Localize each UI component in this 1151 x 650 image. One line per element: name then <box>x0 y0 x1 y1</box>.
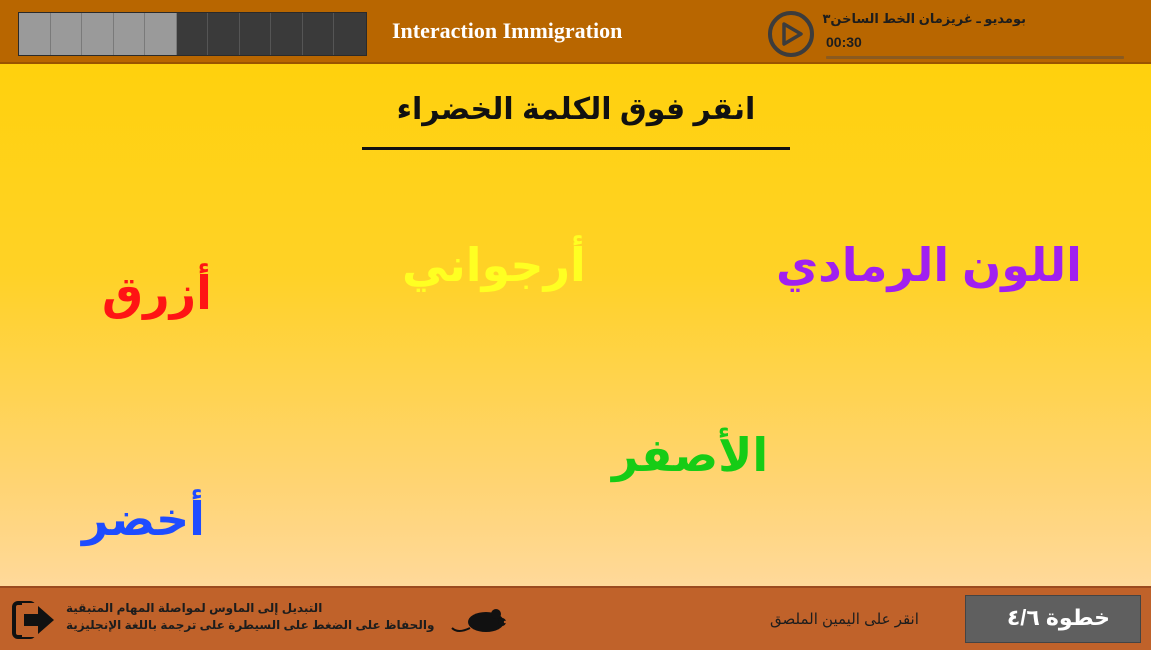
mode-hint-line: التبديل إلى الماوس لمواصلة المهام المتبق… <box>66 601 323 615</box>
step-indicator[interactable]: خطوة ٤/٦ <box>965 595 1141 643</box>
word-option-blue[interactable]: أزرق <box>102 268 212 319</box>
mouse-icon <box>450 604 510 636</box>
progress-segment <box>271 13 303 55</box>
sticky-hint-text: انقر على اليمين الملصق <box>770 611 919 628</box>
progress-segment <box>176 13 208 55</box>
word-option-gray[interactable]: اللون الرمادي <box>776 240 1082 291</box>
word-option-purple[interactable]: أرجواني <box>402 240 586 291</box>
footer-bar: التبديل إلى الماوس لمواصلة المهام المتبق… <box>0 586 1151 650</box>
track-progress-line[interactable] <box>826 56 1124 59</box>
main-area: انقر فوق الكلمة الخضراء أزرق أرجواني الل… <box>0 64 1151 586</box>
mode-switch-hint: التبديل إلى الماوس لمواصلة المهام المتبق… <box>66 600 436 635</box>
header-bar: Interaction Immigration بومديو ـ غريزمان… <box>0 0 1151 64</box>
progress-segment <box>334 13 366 55</box>
progress-segment <box>19 13 51 55</box>
step-label: خطوة ٤/٦ <box>1006 605 1110 630</box>
instruction-text: انقر فوق الكلمة الخضراء <box>396 93 756 126</box>
exit-arrow-icon[interactable] <box>12 600 58 640</box>
audio-player: بومديو ـ غريزمان الخط الساخن٣ 00:30 <box>768 8 1128 60</box>
progress-segment <box>145 13 177 55</box>
progress-segment <box>50 13 82 55</box>
progress-segment <box>113 13 145 55</box>
progress-segment <box>82 13 114 55</box>
word-option-yellow[interactable]: الأصفر <box>612 430 768 481</box>
progress-bar <box>18 12 367 56</box>
progress-segment <box>208 13 240 55</box>
play-circle-icon <box>782 22 803 46</box>
mode-hint-line: والحفاظ على الضغط على السيطرة على ترجمة … <box>66 618 435 633</box>
progress-segment <box>302 13 334 55</box>
track-time: 00:30 <box>826 34 862 50</box>
track-name: بومديو ـ غريزمان الخط الساخن٣ <box>822 11 1026 26</box>
play-button[interactable] <box>768 11 814 57</box>
progress-segment <box>239 13 271 55</box>
app-title: Interaction Immigration <box>392 18 623 43</box>
word-option-green[interactable]: أخضر <box>82 494 205 545</box>
instruction-underline <box>362 147 790 150</box>
